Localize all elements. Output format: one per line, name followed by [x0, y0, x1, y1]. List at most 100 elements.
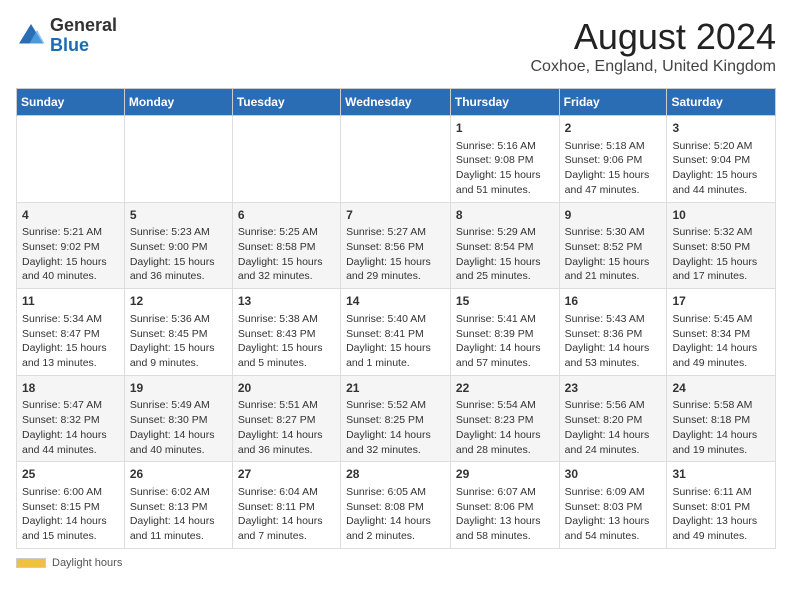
- day-info: Sunrise: 6:09 AM Sunset: 8:03 PM Dayligh…: [565, 485, 662, 544]
- calendar-cell-3-6: 24Sunrise: 5:58 AM Sunset: 8:18 PM Dayli…: [667, 375, 776, 462]
- day-number: 6: [238, 207, 335, 224]
- calendar-cell-1-6: 10Sunrise: 5:32 AM Sunset: 8:50 PM Dayli…: [667, 202, 776, 289]
- day-info: Sunrise: 5:21 AM Sunset: 9:02 PM Dayligh…: [22, 225, 119, 284]
- day-number: 23: [565, 380, 662, 397]
- calendar-cell-3-2: 20Sunrise: 5:51 AM Sunset: 8:27 PM Dayli…: [232, 375, 340, 462]
- day-number: 7: [346, 207, 445, 224]
- day-number: 19: [130, 380, 227, 397]
- day-number: 26: [130, 466, 227, 483]
- day-info: Sunrise: 6:11 AM Sunset: 8:01 PM Dayligh…: [672, 485, 770, 544]
- day-number: 9: [565, 207, 662, 224]
- day-number: 24: [672, 380, 770, 397]
- calendar-cell-2-3: 14Sunrise: 5:40 AM Sunset: 8:41 PM Dayli…: [341, 289, 451, 376]
- day-info: Sunrise: 6:07 AM Sunset: 8:06 PM Dayligh…: [456, 485, 554, 544]
- logo-icon: [16, 21, 46, 51]
- day-number: 16: [565, 293, 662, 310]
- calendar-cell-0-3: [341, 116, 451, 203]
- calendar-cell-1-2: 6Sunrise: 5:25 AM Sunset: 8:58 PM Daylig…: [232, 202, 340, 289]
- day-number: 3: [672, 120, 770, 137]
- logo-text: General Blue: [50, 16, 117, 56]
- day-number: 17: [672, 293, 770, 310]
- day-number: 11: [22, 293, 119, 310]
- day-info: Sunrise: 5:32 AM Sunset: 8:50 PM Dayligh…: [672, 225, 770, 284]
- day-info: Sunrise: 5:30 AM Sunset: 8:52 PM Dayligh…: [565, 225, 662, 284]
- page-header: General Blue August 2024 Coxhoe, England…: [16, 16, 776, 76]
- calendar-header-saturday: Saturday: [667, 89, 776, 116]
- footer-note: Daylight hours: [16, 557, 776, 569]
- calendar-header-row: SundayMondayTuesdayWednesdayThursdayFrid…: [17, 89, 776, 116]
- day-info: Sunrise: 5:34 AM Sunset: 8:47 PM Dayligh…: [22, 312, 119, 371]
- day-info: Sunrise: 5:51 AM Sunset: 8:27 PM Dayligh…: [238, 398, 335, 457]
- calendar-cell-0-2: [232, 116, 340, 203]
- calendar-header-tuesday: Tuesday: [232, 89, 340, 116]
- calendar-cell-2-4: 15Sunrise: 5:41 AM Sunset: 8:39 PM Dayli…: [450, 289, 559, 376]
- calendar-cell-1-3: 7Sunrise: 5:27 AM Sunset: 8:56 PM Daylig…: [341, 202, 451, 289]
- day-number: 12: [130, 293, 227, 310]
- day-number: 21: [346, 380, 445, 397]
- calendar-cell-1-5: 9Sunrise: 5:30 AM Sunset: 8:52 PM Daylig…: [559, 202, 667, 289]
- day-number: 5: [130, 207, 227, 224]
- day-info: Sunrise: 6:04 AM Sunset: 8:11 PM Dayligh…: [238, 485, 335, 544]
- day-info: Sunrise: 5:18 AM Sunset: 9:06 PM Dayligh…: [565, 139, 662, 198]
- title-block: August 2024 Coxhoe, England, United King…: [531, 16, 777, 76]
- calendar-cell-3-4: 22Sunrise: 5:54 AM Sunset: 8:23 PM Dayli…: [450, 375, 559, 462]
- day-number: 30: [565, 466, 662, 483]
- day-info: Sunrise: 6:05 AM Sunset: 8:08 PM Dayligh…: [346, 485, 445, 544]
- month-year-title: August 2024: [531, 16, 777, 58]
- day-info: Sunrise: 5:43 AM Sunset: 8:36 PM Dayligh…: [565, 312, 662, 371]
- day-number: 20: [238, 380, 335, 397]
- calendar-cell-4-2: 27Sunrise: 6:04 AM Sunset: 8:11 PM Dayli…: [232, 462, 340, 549]
- day-info: Sunrise: 5:23 AM Sunset: 9:00 PM Dayligh…: [130, 225, 227, 284]
- day-number: 4: [22, 207, 119, 224]
- day-info: Sunrise: 5:45 AM Sunset: 8:34 PM Dayligh…: [672, 312, 770, 371]
- calendar-header-monday: Monday: [124, 89, 232, 116]
- day-info: Sunrise: 5:38 AM Sunset: 8:43 PM Dayligh…: [238, 312, 335, 371]
- calendar-cell-1-1: 5Sunrise: 5:23 AM Sunset: 9:00 PM Daylig…: [124, 202, 232, 289]
- day-info: Sunrise: 5:56 AM Sunset: 8:20 PM Dayligh…: [565, 398, 662, 457]
- day-info: Sunrise: 6:02 AM Sunset: 8:13 PM Dayligh…: [130, 485, 227, 544]
- day-info: Sunrise: 5:47 AM Sunset: 8:32 PM Dayligh…: [22, 398, 119, 457]
- day-info: Sunrise: 5:36 AM Sunset: 8:45 PM Dayligh…: [130, 312, 227, 371]
- day-info: Sunrise: 6:00 AM Sunset: 8:15 PM Dayligh…: [22, 485, 119, 544]
- calendar-cell-3-3: 21Sunrise: 5:52 AM Sunset: 8:25 PM Dayli…: [341, 375, 451, 462]
- calendar-cell-4-4: 29 Sunrise: 6:07 AM Sunset: 8:06 PM Dayli…: [450, 462, 559, 549]
- day-number: 29: [456, 466, 554, 483]
- calendar-cell-4-0: 25Sunrise: 6:00 AM Sunset: 8:15 PM Dayli…: [17, 462, 125, 549]
- calendar-cell-0-6: 3 Sunrise: 5:20 AM Sunset: 9:04 PM Daylig…: [667, 116, 776, 203]
- day-info: Sunrise: 5:25 AM Sunset: 8:58 PM Dayligh…: [238, 225, 335, 284]
- day-info: Sunrise: 5:20 AM Sunset: 9:04 PM Dayligh…: [672, 139, 770, 198]
- day-info: Sunrise: 5:54 AM Sunset: 8:23 PM Dayligh…: [456, 398, 554, 457]
- calendar-header-friday: Friday: [559, 89, 667, 116]
- logo: General Blue: [16, 16, 117, 56]
- calendar-week-0: 1Sunrise: 5:16 AM Sunset: 9:08 PM Daylig…: [17, 116, 776, 203]
- day-number: 31: [672, 466, 770, 483]
- day-info: Sunrise: 5:52 AM Sunset: 8:25 PM Dayligh…: [346, 398, 445, 457]
- calendar-cell-2-6: 17 Sunrise: 5:45 AM Sunset: 8:34 PM Dayli…: [667, 289, 776, 376]
- calendar-cell-2-5: 16 Sunrise: 5:43 AM Sunset: 8:36 PM Dayli…: [559, 289, 667, 376]
- day-number: 14: [346, 293, 445, 310]
- calendar-cell-0-4: 1Sunrise: 5:16 AM Sunset: 9:08 PM Daylig…: [450, 116, 559, 203]
- day-number: 2: [565, 120, 662, 137]
- day-info: Sunrise: 5:58 AM Sunset: 8:18 PM Dayligh…: [672, 398, 770, 457]
- calendar-cell-3-0: 18Sunrise: 5:47 AM Sunset: 8:32 PM Dayli…: [17, 375, 125, 462]
- calendar-cell-0-5: 2 Sunrise: 5:18 AM Sunset: 9:06 PM Daylig…: [559, 116, 667, 203]
- day-number: 10: [672, 207, 770, 224]
- day-number: 15: [456, 293, 554, 310]
- day-number: 18: [22, 380, 119, 397]
- day-number: 8: [456, 207, 554, 224]
- calendar-cell-4-5: 30 Sunrise: 6:09 AM Sunset: 8:03 PM Dayli…: [559, 462, 667, 549]
- calendar-cell-2-1: 12 Sunrise: 5:36 AM Sunset: 8:45 PM Dayli…: [124, 289, 232, 376]
- calendar-cell-0-1: [124, 116, 232, 203]
- day-number: 1: [456, 120, 554, 137]
- calendar-cell-3-5: 23Sunrise: 5:56 AM Sunset: 8:20 PM Dayli…: [559, 375, 667, 462]
- calendar-cell-0-0: [17, 116, 125, 203]
- calendar-week-2: 11 Sunrise: 5:34 AM Sunset: 8:47 PM Dayli…: [17, 289, 776, 376]
- calendar-cell-2-0: 11 Sunrise: 5:34 AM Sunset: 8:47 PM Dayli…: [17, 289, 125, 376]
- day-number: 22: [456, 380, 554, 397]
- calendar-table: SundayMondayTuesdayWednesdayThursdayFrid…: [16, 88, 776, 549]
- day-number: 28: [346, 466, 445, 483]
- daylight-bar-icon: [16, 558, 46, 568]
- day-number: 13: [238, 293, 335, 310]
- calendar-header-sunday: Sunday: [17, 89, 125, 116]
- calendar-week-1: 4Sunrise: 5:21 AM Sunset: 9:02 PM Daylig…: [17, 202, 776, 289]
